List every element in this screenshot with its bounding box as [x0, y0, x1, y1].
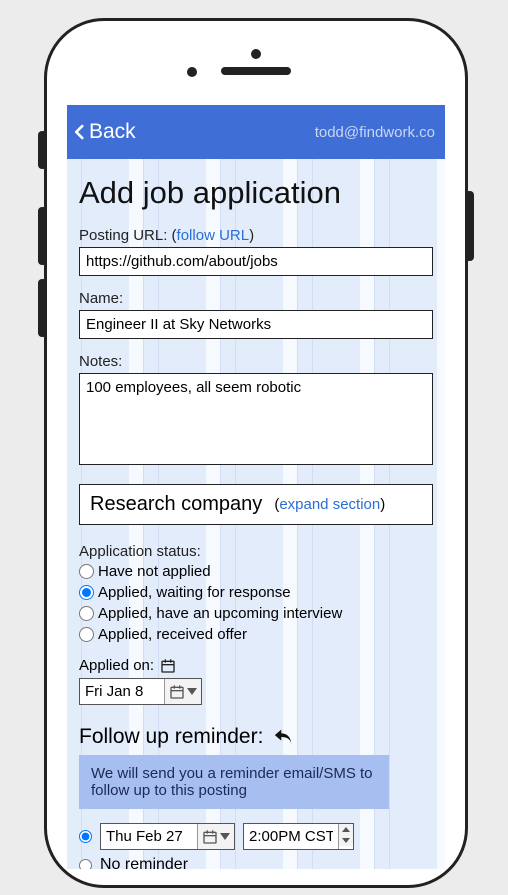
status-option-applied-waiting[interactable]: Applied, waiting for response	[79, 584, 433, 601]
phone-sensor-dot	[187, 67, 197, 77]
dropdown-triangle-icon	[220, 833, 230, 840]
applied-on-label-row: Applied on:	[79, 657, 433, 674]
back-label: Back	[89, 120, 136, 144]
screen: Back todd@findwork.co Add job applicatio…	[67, 105, 445, 869]
followup-datetime-row	[79, 823, 433, 850]
user-email: todd@findwork.co	[315, 124, 435, 141]
time-spinner[interactable]	[338, 824, 353, 849]
status-label: Application status:	[79, 543, 433, 560]
calendar-icon	[169, 684, 185, 700]
status-radio[interactable]	[79, 585, 94, 600]
followup-none-row: No reminder	[79, 856, 433, 869]
status-radio[interactable]	[79, 564, 94, 579]
name-group: Name:	[79, 290, 433, 339]
page-title: Add job application	[79, 175, 433, 211]
applied-date-picker[interactable]	[79, 678, 202, 705]
calendar-icon	[160, 658, 176, 674]
followup-radio-datetime[interactable]	[79, 830, 92, 843]
followup-date-input[interactable]	[101, 824, 197, 849]
posting-url-label: Posting URL: (follow URL)	[79, 227, 433, 244]
applied-on-label: Applied on:	[79, 657, 154, 674]
followup-info: We will send you a reminder email/SMS to…	[79, 755, 389, 809]
calendar-icon	[202, 829, 218, 845]
status-option-not-applied[interactable]: Have not applied	[79, 563, 433, 580]
phone-side-button	[38, 279, 47, 337]
content-area: Add job application Posting URL: (follow…	[67, 159, 445, 869]
app-header: Back todd@findwork.co	[67, 105, 445, 159]
phone-side-button	[465, 191, 474, 261]
application-status-group: Application status: Have not applied App…	[79, 543, 433, 643]
posting-url-input[interactable]	[79, 247, 433, 276]
research-company-section[interactable]: Research company (expand section)	[79, 484, 433, 525]
notes-group: Notes: 100 employees, all seem robotic	[79, 353, 433, 470]
status-option-interview[interactable]: Applied, have an upcoming interview	[79, 605, 433, 622]
notes-label: Notes:	[79, 353, 433, 370]
no-reminder-label: No reminder	[100, 856, 188, 869]
followup-date-picker[interactable]	[100, 823, 235, 850]
posting-url-group: Posting URL: (follow URL)	[79, 227, 433, 276]
phone-speaker	[221, 67, 291, 75]
followup-time-picker[interactable]	[243, 823, 354, 850]
followup-radio-none[interactable]	[79, 859, 92, 870]
dropdown-triangle-icon	[187, 688, 197, 695]
notes-textarea[interactable]: 100 employees, all seem robotic	[79, 373, 433, 465]
status-option-offer[interactable]: Applied, received offer	[79, 626, 433, 643]
reply-icon	[273, 726, 295, 748]
name-label: Name:	[79, 290, 433, 307]
phone-frame: Back todd@findwork.co Add job applicatio…	[44, 18, 468, 888]
applied-date-input[interactable]	[80, 679, 164, 704]
followup-time-input[interactable]	[244, 824, 338, 849]
expand-section-link[interactable]: expand section	[279, 496, 380, 513]
date-picker-trigger[interactable]	[197, 824, 234, 849]
spinner-down[interactable]	[339, 835, 353, 846]
phone-side-button	[38, 131, 47, 169]
status-radio[interactable]	[79, 627, 94, 642]
status-radio[interactable]	[79, 606, 94, 621]
spinner-up[interactable]	[339, 824, 353, 835]
phone-side-button	[38, 207, 47, 265]
followup-heading: Follow up reminder:	[79, 725, 433, 749]
chevron-left-icon	[71, 123, 89, 141]
back-button[interactable]: Back	[71, 120, 136, 144]
name-input[interactable]	[79, 310, 433, 339]
date-picker-trigger[interactable]	[164, 679, 201, 704]
phone-camera-dot	[251, 49, 261, 59]
research-title: Research company	[90, 493, 262, 516]
follow-url-link[interactable]: follow URL	[177, 227, 250, 244]
